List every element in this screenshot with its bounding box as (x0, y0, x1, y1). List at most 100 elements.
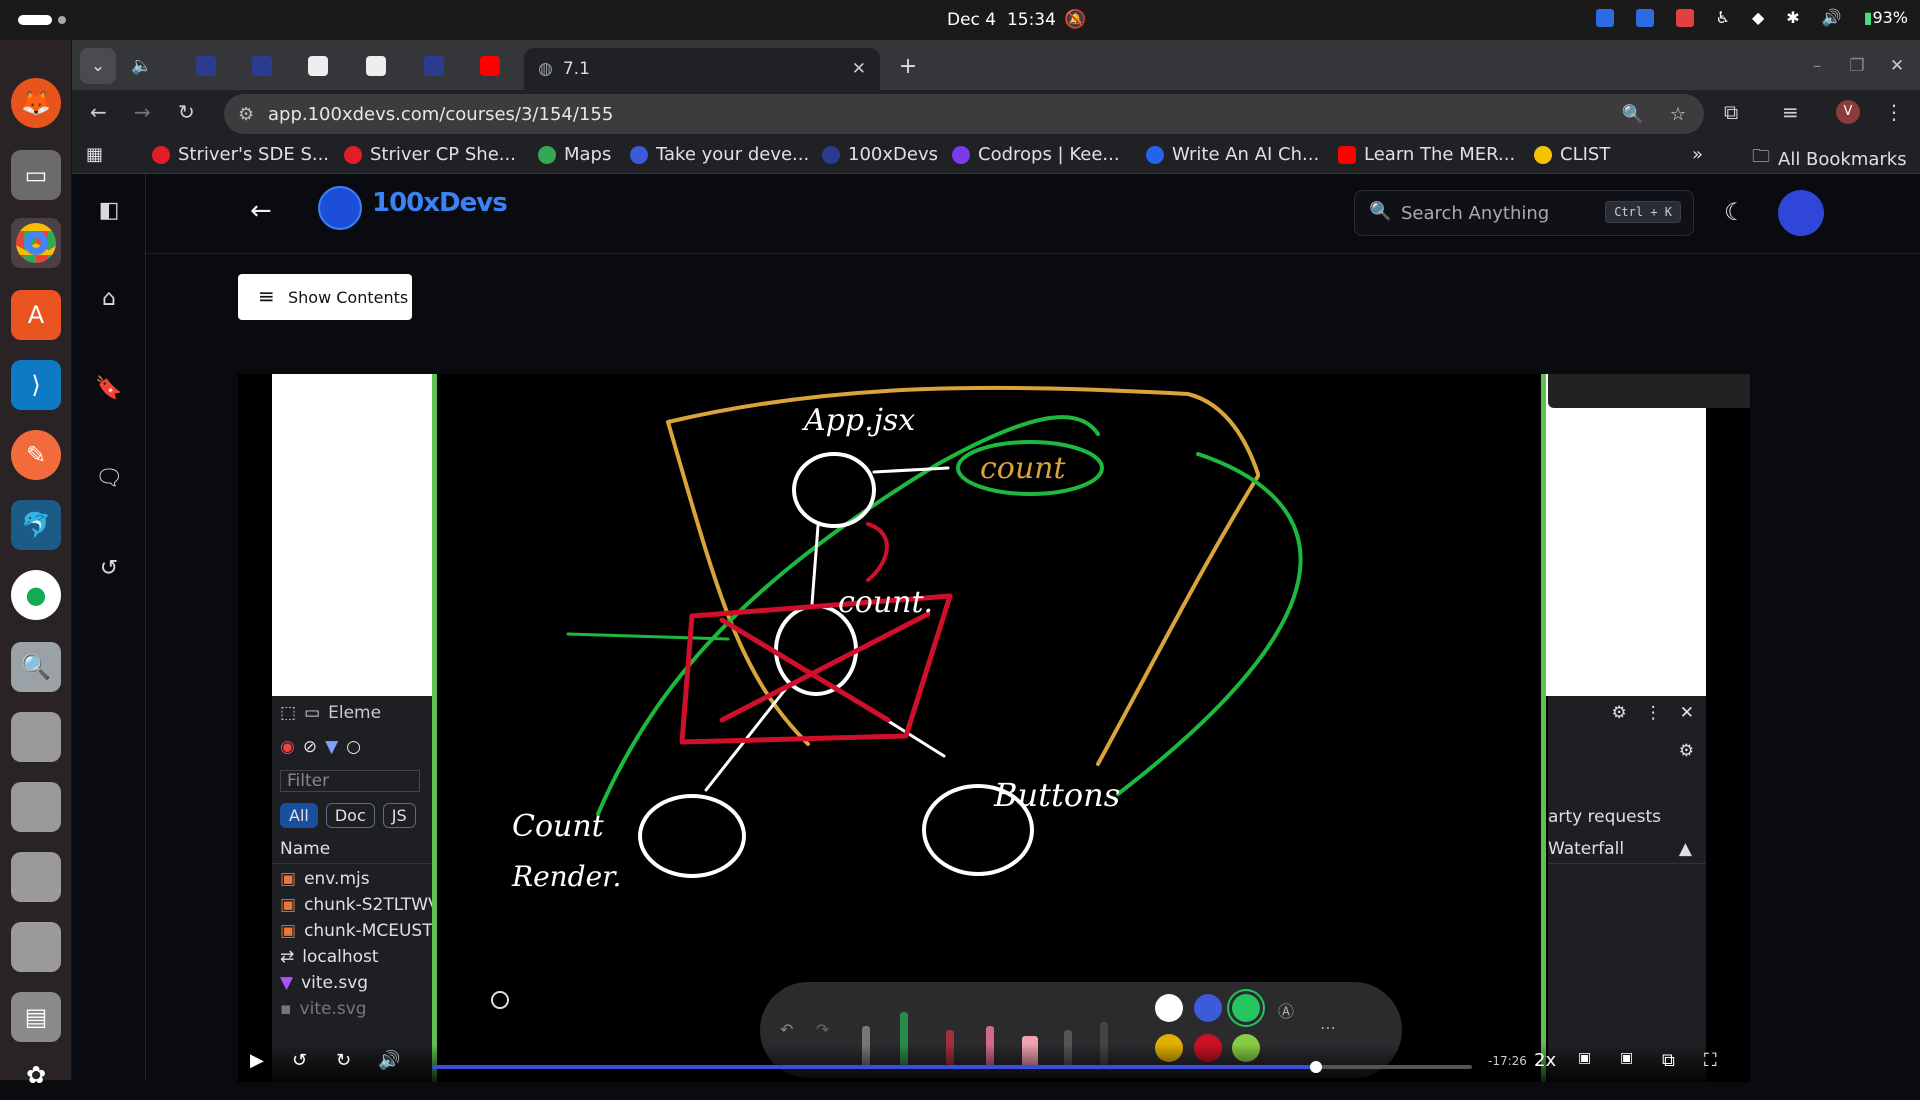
app-center-icon[interactable]: A (11, 290, 61, 340)
back-icon[interactable]: ← (90, 100, 107, 124)
extensions-icon[interactable]: ⧉ (1724, 100, 1738, 124)
disk-icon[interactable]: ▤ (11, 992, 61, 1042)
tab-2[interactable] (242, 48, 282, 84)
apps-grid-icon[interactable]: ▦ (86, 144, 103, 165)
activities-indicator[interactable] (18, 15, 52, 25)
more-bookmarks-icon[interactable]: » (1692, 144, 1703, 165)
system-tray: ♿ ◆ ✱ 🔊 ▮93% (1595, 8, 1908, 27)
user-avatar[interactable] (1778, 190, 1824, 236)
theme-toggle-icon[interactable]: ☾ (1724, 198, 1746, 226)
color-swatch[interactable] (1194, 994, 1222, 1022)
firefox-icon[interactable]: 🦊 (11, 78, 61, 128)
tab-active[interactable]: ◍ 7.1 ✕ (524, 48, 880, 90)
wifi-icon[interactable]: ◆ (1752, 8, 1764, 27)
search-input[interactable]: 🔍 Search Anything Ctrl + K (1354, 190, 1694, 236)
back-arrow-icon[interactable]: ← (250, 196, 272, 226)
show-contents-label: Show Contents (288, 287, 409, 307)
profile-avatar[interactable]: V (1836, 100, 1860, 124)
drive-ssd-icon-2[interactable] (11, 782, 61, 832)
close-window-button[interactable]: ✕ (1882, 48, 1912, 84)
bookmark-item[interactable]: Take your deve... (630, 144, 809, 165)
bookmark-item[interactable]: Write An AI Ch... (1146, 144, 1319, 165)
drive-ssd-icon-4[interactable] (11, 922, 61, 972)
recorder-icon[interactable] (1675, 8, 1694, 27)
bluetooth-app-icon-2[interactable] (1635, 8, 1654, 27)
menu-kebab-icon[interactable]: ⋮ (1884, 100, 1904, 124)
brand-logo-avatar[interactable] (318, 186, 362, 230)
tab-close-icon[interactable]: ✕ (852, 59, 866, 79)
bookmark-icon[interactable]: 🔖 (94, 376, 124, 406)
rewind-icon[interactable]: ↺ (292, 1050, 307, 1071)
brand-name[interactable]: 100xDevs (372, 188, 508, 218)
site-info-icon[interactable]: ⚙ (238, 104, 254, 125)
tab-search-button[interactable]: ⌄ (80, 48, 116, 84)
volume-icon[interactable]: 🔊 (378, 1050, 400, 1071)
postman-icon[interactable]: ✎ (11, 430, 61, 480)
forward-icon[interactable]: ↻ (336, 1050, 351, 1071)
address-bar[interactable]: ⚙ app.100xdevs.com/courses/3/154/155 🔍 ☆ (224, 94, 1704, 134)
tab-3[interactable] (298, 48, 338, 84)
tab-5[interactable] (414, 48, 454, 84)
chat-icon[interactable]: 🗨 (94, 466, 124, 496)
playback-speed-button[interactable]: 2x (1534, 1050, 1556, 1071)
home-icon[interactable]: ⌂ (94, 286, 124, 316)
green-pointer-arrow (566, 632, 730, 641)
accessibility-icon[interactable]: ♿ (1716, 8, 1730, 27)
volume-icon[interactable]: 🔊 (1822, 8, 1842, 27)
tab-6[interactable] (470, 48, 510, 84)
bookmark-star-icon[interactable]: ☆ (1670, 104, 1686, 125)
pip-icon[interactable]: ⧉ (1662, 1050, 1675, 1071)
bookmark-item[interactable]: CLIST (1534, 144, 1610, 165)
minimize-button[interactable]: – (1802, 48, 1832, 84)
browser-toolbar: ← → ↻ ⚙ app.100xdevs.com/courses/3/154/1… (72, 90, 1920, 136)
mysql-workbench-icon[interactable]: 🐬 (11, 500, 61, 550)
zoom-icon[interactable]: 🔍 (1622, 104, 1644, 125)
tab-1[interactable] (186, 48, 226, 84)
undo-icon[interactable]: ↶ (780, 1020, 793, 1039)
more-tools-icon[interactable]: ⋯ (1320, 1018, 1336, 1037)
forward-icon[interactable]: → (134, 100, 151, 124)
play-icon[interactable]: ▶ (250, 1050, 264, 1071)
maximize-button[interactable]: ❐ (1842, 48, 1872, 84)
vscode-icon[interactable]: ⟩ (11, 360, 61, 410)
bookmark-item[interactable]: Maps (538, 144, 611, 165)
quality-icon[interactable]: ▣ (1620, 1050, 1633, 1066)
color-swatch[interactable] (1155, 994, 1183, 1022)
show-contents-button[interactable]: ≡ Show Contents (238, 274, 412, 320)
bluetooth-app-icon[interactable] (1595, 8, 1614, 27)
show-apps-icon[interactable]: ✿ (11, 1050, 61, 1100)
video-player[interactable]: ⬚ ▭ Eleme ◉ ⊘ ▼ ○ Filter All Doc JS Name ▣ env.m… (238, 374, 1750, 1082)
fullscreen-icon[interactable]: ⛶ (1704, 1050, 1717, 1071)
color-swatch[interactable] (1232, 994, 1260, 1022)
bookmark-item[interactable]: Learn The MER... (1338, 144, 1515, 165)
drive-ssd-icon[interactable] (11, 712, 61, 762)
captions-icon[interactable]: ▣ (1578, 1050, 1591, 1066)
bluetooth-icon[interactable]: ✱ (1786, 8, 1799, 27)
sidebar-toggle-icon[interactable]: ◧ (94, 198, 124, 228)
all-bookmarks-folder[interactable]: 🗀 All Bookmarks (1752, 144, 1907, 174)
image-viewer-icon[interactable]: 🔍 (11, 642, 61, 692)
redo-icon[interactable]: ↷ (816, 1020, 829, 1039)
battery-indicator[interactable]: ▮93% (1864, 8, 1908, 27)
bookmark-item[interactable]: Codrops | Kee... (952, 144, 1120, 165)
reload-icon[interactable]: ↻ (178, 100, 195, 124)
system-clock[interactable]: Dec 4 15:34 (947, 10, 1056, 30)
chrome-icon[interactable] (11, 218, 61, 268)
drive-ssd-icon-3[interactable] (11, 852, 61, 902)
text-tool-icon[interactable]: Ⓐ (1278, 998, 1294, 1022)
bookmark-label: Write An AI Ch... (1172, 144, 1320, 165)
files-icon[interactable]: ▭ (11, 150, 61, 200)
history-icon[interactable]: ↺ (94, 556, 124, 586)
menu-icon: ≡ (258, 284, 275, 308)
bookmark-item[interactable]: Striver's SDE S... (152, 144, 329, 165)
notifications-muted-icon[interactable]: 🔕 (1064, 9, 1086, 30)
seek-bar-knob[interactable] (1310, 1061, 1322, 1073)
seek-bar[interactable] (432, 1061, 1472, 1073)
mongodb-compass-icon[interactable]: ● (11, 570, 61, 620)
tab-4[interactable] (356, 48, 396, 84)
bookmark-item[interactable]: 100xDevs (822, 144, 938, 165)
audio-playing-icon[interactable]: 🔈 (124, 48, 160, 84)
media-controls-icon[interactable]: ≡ (1782, 100, 1799, 124)
bookmark-item[interactable]: Striver CP She... (344, 144, 516, 165)
new-tab-button[interactable]: + (890, 48, 926, 84)
